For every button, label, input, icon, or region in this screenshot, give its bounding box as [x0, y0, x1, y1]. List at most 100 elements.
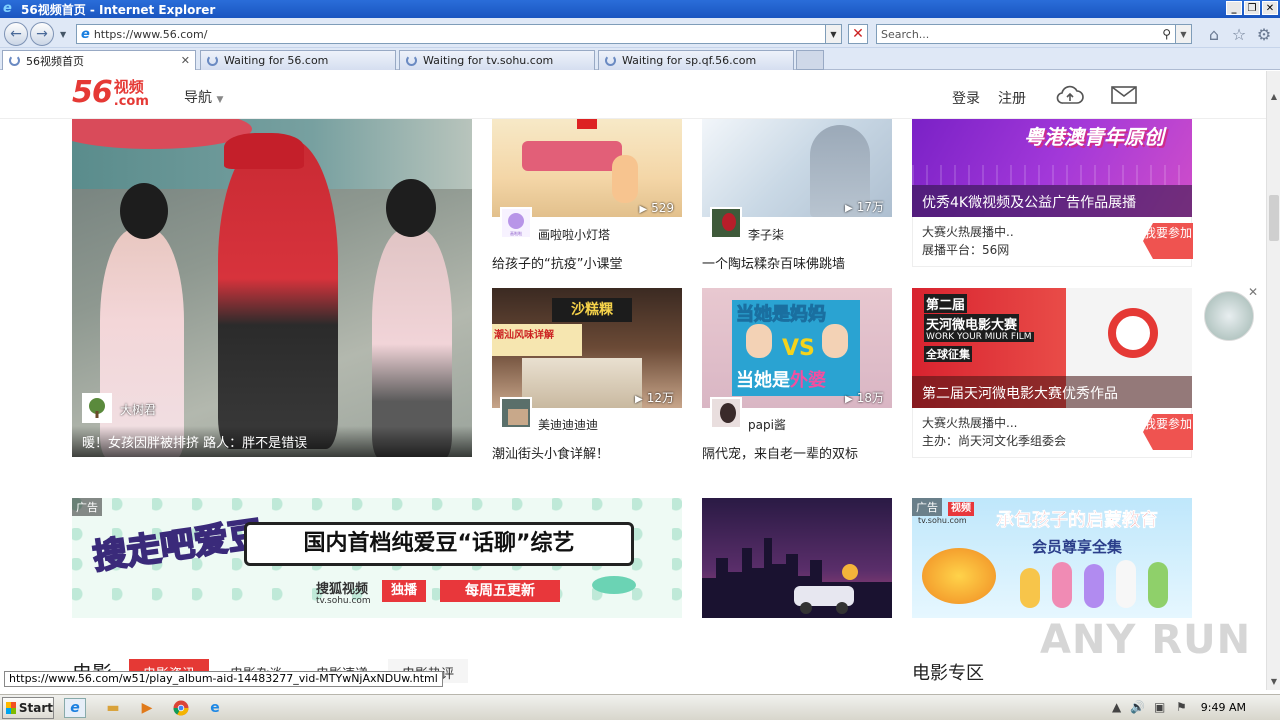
- minimize-button[interactable]: _: [1226, 1, 1242, 15]
- video-title-1[interactable]: 给孩子的“抗疫”小课堂: [492, 253, 622, 272]
- video-thumb-3[interactable]: 沙糕粿 潮汕风味详解 ▶ 12万: [492, 288, 682, 408]
- ie-logo-icon: e: [3, 1, 12, 16]
- uploader-name-3[interactable]: 美迪迪迪迪: [538, 416, 598, 433]
- play-icon: ▶: [845, 394, 853, 405]
- taskbar-ie-icon[interactable]: e: [64, 698, 86, 718]
- sohu-brand: 搜狐视频: [316, 582, 369, 597]
- anyrun-watermark: ANY RUN: [1040, 617, 1252, 663]
- uploader-avatar-3[interactable]: [500, 397, 532, 429]
- logo-text: 视频: [113, 78, 144, 96]
- back-button[interactable]: ←: [4, 22, 28, 46]
- login-link[interactable]: 登录: [952, 88, 980, 108]
- uploader-name-2[interactable]: 李子柒: [748, 226, 784, 243]
- uploader-name-4[interactable]: papi酱: [748, 416, 786, 433]
- stop-button[interactable]: ✕: [848, 24, 868, 44]
- ad-card-2-image[interactable]: 第二届 天河微电影大赛 WORK YOUR MIUR FILM 全球征集 第二届…: [912, 288, 1192, 408]
- search-dropdown-icon[interactable]: ▼: [1175, 25, 1191, 43]
- sofa-shape: [522, 141, 622, 171]
- message-envelope-icon[interactable]: [1109, 83, 1139, 107]
- close-tab-icon[interactable]: ✕: [181, 54, 190, 67]
- girl-left-hair: [120, 183, 168, 239]
- ad-2-art-line-3: WORK YOUR MIUR FILM: [924, 332, 1034, 342]
- video-thumb-2[interactable]: ▶ 17万: [702, 119, 892, 217]
- logo-domain: .com: [113, 94, 149, 109]
- new-tab-button[interactable]: [796, 50, 824, 70]
- banner-ad-3[interactable]: 广告 视频 tv.sohu.com 承包孩子的启蒙教育 会员尊享全集: [912, 498, 1192, 618]
- tab-label: 56视频首页: [26, 54, 84, 68]
- banner-ad-1[interactable]: 广告 搜走吧爱豆 国内首档纯爱豆“话聊”综艺 搜狐视频 tv.sohu.com …: [72, 498, 682, 618]
- uploader-avatar-1[interactable]: 画啦啦: [500, 207, 532, 239]
- site-logo[interactable]: 56 视频 .com: [72, 77, 149, 109]
- taskbar-explorer-folder-icon[interactable]: ▬: [102, 698, 124, 718]
- taskbar-chrome-icon[interactable]: [170, 698, 192, 718]
- start-button[interactable]: Start: [2, 697, 54, 719]
- tray-expand-icon[interactable]: ▲: [1112, 700, 1121, 714]
- tray-flag-icon[interactable]: ⚑: [1176, 700, 1187, 714]
- page-scrollbar[interactable]: ▲ ▼: [1266, 71, 1280, 690]
- home-icon[interactable]: ⌂: [1204, 24, 1224, 44]
- taskbar-clock[interactable]: 9:49 AM: [1201, 701, 1246, 714]
- nav-dropdown[interactable]: 导航 ▼: [184, 87, 223, 107]
- video-title-4[interactable]: 隔代宠，来自老一辈的双标: [702, 443, 858, 462]
- forward-button[interactable]: →: [30, 22, 54, 46]
- address-input[interactable]: e https://www.56.com/ ▼: [76, 24, 842, 44]
- view-count-3: ▶ 12万: [635, 391, 674, 405]
- skyline-pattern: [912, 165, 1192, 185]
- upload-cloud-icon[interactable]: [1055, 83, 1085, 107]
- taskbar-edge-icon[interactable]: e: [204, 698, 226, 718]
- tab-waiting-56[interactable]: Waiting for 56.com: [200, 50, 396, 70]
- settings-gear-icon[interactable]: ⚙: [1254, 24, 1274, 44]
- tab-waiting-sohu[interactable]: Waiting for tv.sohu.com: [399, 50, 595, 70]
- history-dropdown-icon[interactable]: ▼: [60, 30, 66, 39]
- cartoon-char-2: [1052, 562, 1072, 608]
- avatar-figure: [508, 409, 528, 425]
- feature-title[interactable]: 暖！女孩因胖被排挤 路人：胖不是错误: [72, 426, 472, 457]
- face-right: [822, 324, 848, 358]
- envelope-svg: [1111, 86, 1137, 104]
- close-window-button[interactable]: ✕: [1262, 1, 1278, 15]
- scroll-down-icon[interactable]: ▼: [1268, 674, 1280, 688]
- search-input[interactable]: Search... ⚲ ▼: [876, 24, 1192, 44]
- scroll-thumb[interactable]: [1269, 195, 1279, 241]
- ad-1-join-button[interactable]: 我要参加: [1143, 223, 1193, 259]
- tab-label: Waiting for 56.com: [224, 54, 329, 67]
- banner-1-headline: 国内首档纯爱豆“话聊”综艺: [244, 522, 634, 566]
- tray-volume-icon[interactable]: 🔊: [1130, 700, 1145, 714]
- ad-tag-1: 广告: [72, 498, 102, 516]
- cartoon-char-1: [1020, 568, 1040, 608]
- food-poster: 潮汕风味详解: [492, 324, 582, 356]
- uploader-name-1[interactable]: 画啦啦小灯塔: [538, 226, 610, 243]
- restore-button[interactable]: ❐: [1244, 1, 1260, 15]
- feature-video-card[interactable]: 大树君 暖！女孩因胖被排挤 路人：胖不是错误: [72, 119, 472, 457]
- upload-cloud-svg: [1056, 85, 1084, 104]
- ad-2-join-button[interactable]: 我要参加: [1143, 414, 1193, 450]
- banner-ad-2[interactable]: [702, 498, 892, 618]
- stop-icon: ✕: [852, 26, 864, 42]
- ad-card-2-info: 大赛火热展播中... 主办：尚天河文化季组委会 我要参加: [912, 408, 1193, 458]
- ad-card-1-image[interactable]: 粤港澳青年原创 优秀4K微视频及公益广告作品展播: [912, 119, 1192, 217]
- address-dropdown-icon[interactable]: ▼: [825, 25, 841, 43]
- tab-waiting-qf[interactable]: Waiting for sp.qf.56.com: [598, 50, 794, 70]
- video-thumb-1[interactable]: ▶ 529: [492, 119, 682, 217]
- video-title-3[interactable]: 潮汕街头小食详解！: [492, 443, 609, 462]
- page-viewport: 56 视频 .com 导航 ▼ 登录 注册 大树君 暖！女孩因胖被排挤 路人：胖…: [0, 71, 1280, 690]
- feature-author-name[interactable]: 大树君: [120, 401, 156, 418]
- banner-3-subline: 会员尊享全集: [1032, 538, 1123, 556]
- feature-author-avatar[interactable]: [82, 393, 112, 423]
- search-icon[interactable]: ⚲: [1162, 27, 1171, 41]
- taskbar-media-player-icon[interactable]: ▶: [136, 698, 158, 718]
- scroll-up-icon[interactable]: ▲: [1268, 89, 1280, 103]
- video-title-2[interactable]: 一个陶坛糅杂百味佛跳墙: [702, 253, 845, 272]
- uploader-avatar-2[interactable]: [710, 207, 742, 239]
- register-link[interactable]: 注册: [998, 88, 1026, 108]
- floating-avatar[interactable]: [1204, 291, 1254, 341]
- sohu-domain: tv.sohu.com: [316, 596, 371, 606]
- tab-56-home[interactable]: 56视频首页 ✕: [2, 50, 196, 70]
- play-icon: ▶: [639, 204, 648, 215]
- floating-close-icon[interactable]: ✕: [1248, 285, 1258, 299]
- tray-network-icon[interactable]: ▣: [1154, 700, 1165, 714]
- favorites-star-icon[interactable]: ☆: [1229, 24, 1249, 44]
- video-thumb-4[interactable]: 当她是妈妈 VS 当她是外婆 ▶ 18万: [702, 288, 892, 408]
- loading-spinner-icon: [605, 55, 616, 66]
- uploader-avatar-4[interactable]: [710, 397, 742, 429]
